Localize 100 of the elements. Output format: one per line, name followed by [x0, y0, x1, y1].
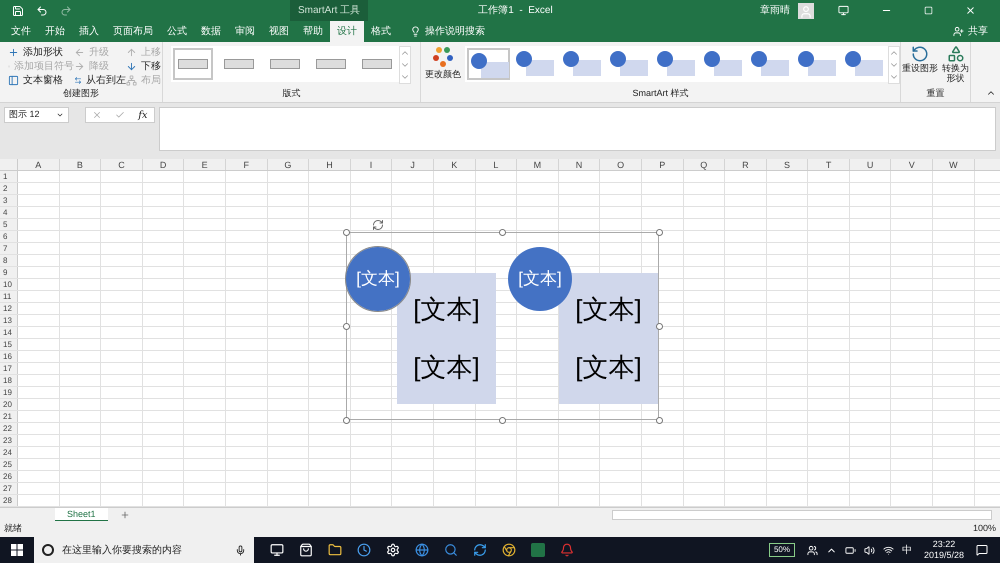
row-header[interactable]: 16	[0, 351, 18, 362]
people-icon[interactable]	[806, 544, 818, 556]
rotate-handle-icon[interactable]	[372, 219, 384, 231]
column-header[interactable]: J	[392, 159, 434, 170]
notifications-icon[interactable]	[976, 544, 988, 556]
layout-thumbnail[interactable]	[173, 48, 213, 80]
sheet-tab[interactable]: Sheet1	[55, 508, 108, 522]
search-app-icon[interactable]	[444, 543, 458, 557]
column-header[interactable]: R	[725, 159, 767, 170]
row-header[interactable]: 3	[0, 195, 18, 206]
column-header[interactable]: C	[101, 159, 143, 170]
task-view-icon[interactable]	[270, 543, 284, 557]
volume-icon[interactable]	[864, 544, 875, 556]
column-header[interactable]: L	[476, 159, 518, 170]
change-color-button[interactable]: 更改颜色	[425, 68, 461, 82]
text-box-shape[interactable]: [文本] [文本]	[559, 273, 658, 404]
resize-handle[interactable]	[343, 417, 350, 424]
name-box[interactable]: 图示 12	[4, 107, 69, 123]
column-header[interactable]: O	[600, 159, 642, 170]
add-sheet-icon[interactable]	[120, 510, 130, 520]
row-header[interactable]: 27	[0, 483, 18, 494]
column-header[interactable]: V	[891, 159, 934, 170]
ribbon-tab[interactable]: 审阅	[228, 21, 262, 42]
row-header[interactable]: 23	[0, 435, 18, 446]
ribbon-tab[interactable]: 公式	[160, 21, 194, 42]
row-header[interactable]: 1	[0, 171, 18, 182]
ribbon-button[interactable]: 文本窗格	[8, 73, 74, 87]
clock-time[interactable]: 23:22	[932, 539, 956, 550]
ribbon-button[interactable]: 转换为 形状	[942, 63, 969, 83]
row-header[interactable]: 19	[0, 387, 18, 398]
undo-icon[interactable]	[36, 4, 48, 16]
ribbon-display-icon[interactable]	[838, 5, 849, 16]
row-header[interactable]: 10	[0, 279, 18, 290]
column-header[interactable]: M	[517, 159, 559, 170]
clock-date[interactable]: 2019/5/28	[924, 550, 964, 561]
column-header[interactable]: N	[558, 159, 600, 170]
resize-handle[interactable]	[343, 229, 350, 236]
text-box-shape[interactable]: [文本] [文本]	[397, 273, 496, 404]
column-header[interactable]: P	[642, 159, 684, 170]
battery-icon[interactable]	[844, 544, 856, 556]
column-header[interactable]: B	[60, 159, 102, 170]
clock-app-icon[interactable]	[357, 543, 371, 557]
row-header[interactable]: 13	[0, 315, 18, 326]
ribbon-button[interactable]: 添加形状	[8, 45, 74, 59]
column-header[interactable]: K	[434, 159, 476, 170]
row-header[interactable]: 8	[0, 255, 18, 266]
folder-icon[interactable]	[328, 543, 342, 557]
resize-handle[interactable]	[499, 417, 506, 424]
formula-input[interactable]	[159, 107, 996, 151]
ribbon-button[interactable]: 重设图形	[902, 63, 938, 73]
ribbon-tab[interactable]: 开始	[38, 21, 72, 42]
column-header[interactable]: I	[350, 159, 392, 170]
ribbon-tab[interactable]: 插入	[72, 21, 106, 42]
resize-handle[interactable]	[656, 229, 663, 236]
style-thumbnail[interactable]	[467, 48, 510, 80]
resize-handle[interactable]	[656, 323, 663, 330]
ime-indicator[interactable]: 中	[902, 542, 912, 558]
column-header[interactable]: W	[933, 159, 975, 170]
windows-logo-icon[interactable]	[11, 544, 23, 556]
row-header[interactable]: 4	[0, 207, 18, 218]
row-header[interactable]: 14	[0, 327, 18, 338]
row-header[interactable]: 11	[0, 291, 18, 302]
row-header[interactable]: 6	[0, 231, 18, 242]
column-header[interactable]: U	[850, 159, 892, 170]
row-header[interactable]: 21	[0, 411, 18, 422]
tell-me-search[interactable]: 操作说明搜索	[425, 24, 485, 39]
column-header[interactable]: F	[226, 159, 268, 170]
row-header[interactable]: 25	[0, 459, 18, 470]
row-header[interactable]: 20	[0, 399, 18, 410]
column-header[interactable]: H	[309, 159, 351, 170]
close-icon[interactable]	[965, 5, 976, 16]
ribbon-tab[interactable]: 帮助	[296, 21, 330, 42]
maximize-icon[interactable]	[924, 6, 933, 15]
row-header[interactable]: 24	[0, 447, 18, 458]
column-header[interactable]: A	[18, 159, 60, 170]
row-header[interactable]: 28	[0, 495, 18, 506]
row-header[interactable]: 9	[0, 267, 18, 278]
microphone-icon[interactable]	[235, 544, 246, 556]
function-button[interactable]: fx	[138, 108, 148, 122]
browser-icon[interactable]	[415, 543, 429, 557]
row-header[interactable]: 22	[0, 423, 18, 434]
column-header[interactable]: T	[808, 159, 850, 170]
row-header[interactable]: 17	[0, 363, 18, 374]
ribbon-tab[interactable]: 格式	[364, 21, 398, 42]
ribbon-tab[interactable]: 页面布局	[106, 21, 160, 42]
ribbon-tab[interactable]: 数据	[194, 21, 228, 42]
ribbon-button[interactable]: 从右到左	[74, 73, 126, 87]
resize-handle[interactable]	[656, 417, 663, 424]
row-header[interactable]: 5	[0, 219, 18, 230]
column-header[interactable]: G	[268, 159, 310, 170]
store-icon[interactable]	[299, 543, 313, 557]
ribbon-tab[interactable]: 视图	[262, 21, 296, 42]
row-header[interactable]: 7	[0, 243, 18, 254]
ribbon-button[interactable]: 下移	[126, 59, 166, 73]
resize-handle[interactable]	[343, 323, 350, 330]
column-header[interactable]: E	[184, 159, 226, 170]
ribbon-tab[interactable]: 文件	[4, 21, 38, 42]
share-button[interactable]: 共享	[968, 24, 988, 39]
settings-icon[interactable]	[386, 543, 400, 557]
taskbar-search-field[interactable]: 在这里输入你要搜索的内容	[34, 537, 254, 563]
